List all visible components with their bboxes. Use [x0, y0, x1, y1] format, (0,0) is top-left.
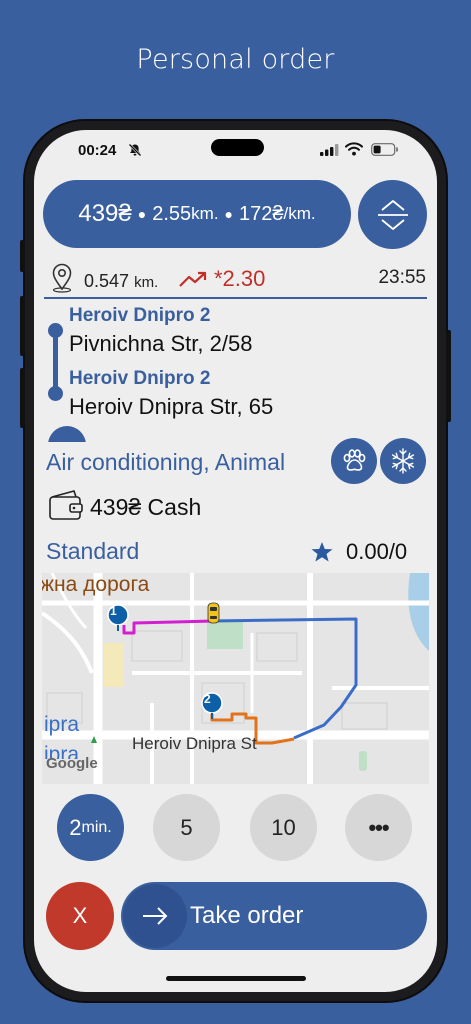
phone-side-button: [20, 296, 25, 356]
map-stop-2-number: 2: [204, 692, 211, 706]
map-provider-logo: Google: [46, 755, 98, 772]
animal-option-button[interactable]: [331, 438, 377, 484]
surge-multiplier: *2.30: [214, 266, 266, 291]
map-place-label: ipra: [44, 713, 80, 736]
bell-muted-icon: [128, 143, 142, 157]
payment-method: 439₴ Cash: [90, 494, 202, 520]
route-stop-marker: [48, 386, 63, 401]
order-summary: 439₴ ● 2.55 km. ● 172₴/km.: [43, 180, 351, 248]
order-time: 23:55: [378, 267, 426, 288]
order-distance-unit: km.: [191, 204, 219, 223]
star-icon: [311, 542, 333, 562]
phone-side-button: [446, 330, 451, 422]
location-pin-icon: [52, 263, 72, 293]
eta-button-10[interactable]: 10: [250, 794, 317, 861]
phone-side-button: [20, 240, 25, 272]
order-rate: 172₴: [239, 202, 284, 225]
route-more-marker[interactable]: [48, 426, 86, 442]
expand-collapse-button[interactable]: [358, 180, 427, 249]
route-map[interactable]: 1 2 жна дорога Heroiv Dnipra St ipra ipr…: [42, 573, 429, 784]
home-indicator: [166, 976, 306, 981]
order-distance: 2.55: [152, 202, 192, 225]
tariff-name: Standard: [46, 538, 140, 564]
eta-more-button[interactable]: •••: [345, 794, 412, 861]
car-icon: [207, 602, 220, 624]
route-connector: [53, 329, 58, 392]
status-time: 00:24: [78, 142, 117, 159]
reject-order-button[interactable]: X: [46, 882, 114, 950]
pickup-distance-unit: km.: [134, 274, 159, 291]
pickup-info-row: 0.547 km. *2.30 23:55: [50, 263, 428, 293]
route-stop-marker: [48, 323, 63, 338]
wifi-icon: [345, 142, 363, 156]
dynamic-island: [211, 139, 264, 156]
trend-up-icon: [179, 271, 207, 287]
eta-button-5[interactable]: 5: [153, 794, 220, 861]
status-bar: 00:24: [34, 130, 437, 174]
pickup-distance: 0.547: [84, 271, 130, 291]
stop-street: Heroiv Dnipra Str, 65: [69, 394, 274, 419]
paw-icon: [343, 449, 366, 471]
wallet-icon: [49, 490, 83, 520]
arrow-right-icon: [123, 884, 187, 948]
take-order-button[interactable]: Take order: [121, 882, 427, 950]
stop-district: Heroiv Dnipro 2: [69, 368, 211, 389]
order-options: Air conditioning, Animal: [46, 449, 286, 475]
client-rating: 0.00/0: [346, 539, 408, 564]
stop-district: Heroiv Dnipro 2: [69, 305, 211, 326]
battery-icon: [371, 143, 398, 156]
order-price: 439₴: [78, 200, 132, 227]
expand-collapse-icon: [377, 199, 408, 230]
air-conditioning-option-button[interactable]: [380, 438, 426, 484]
stop-street: Pivnichna Str, 2/58: [69, 331, 253, 356]
eta-button-2-min[interactable]: 2 min.: [57, 794, 124, 861]
cellular-signal-icon: [320, 144, 339, 156]
page-heading: Personal order: [136, 44, 335, 75]
take-order-label: Take order: [190, 902, 304, 929]
divider: [44, 297, 427, 299]
map-street-label: Heroiv Dnipra St: [132, 734, 257, 753]
phone-side-button: [20, 368, 25, 428]
map-road-label: жна дорога: [42, 573, 150, 596]
order-rate-unit: /km.: [283, 204, 316, 223]
snowflake-icon: [391, 448, 415, 474]
map-stop-1-number: 1: [110, 604, 117, 618]
app-screen: 00:24 439₴ ● 2.55 km. ● 172₴/km. 0.547 k…: [34, 130, 437, 992]
